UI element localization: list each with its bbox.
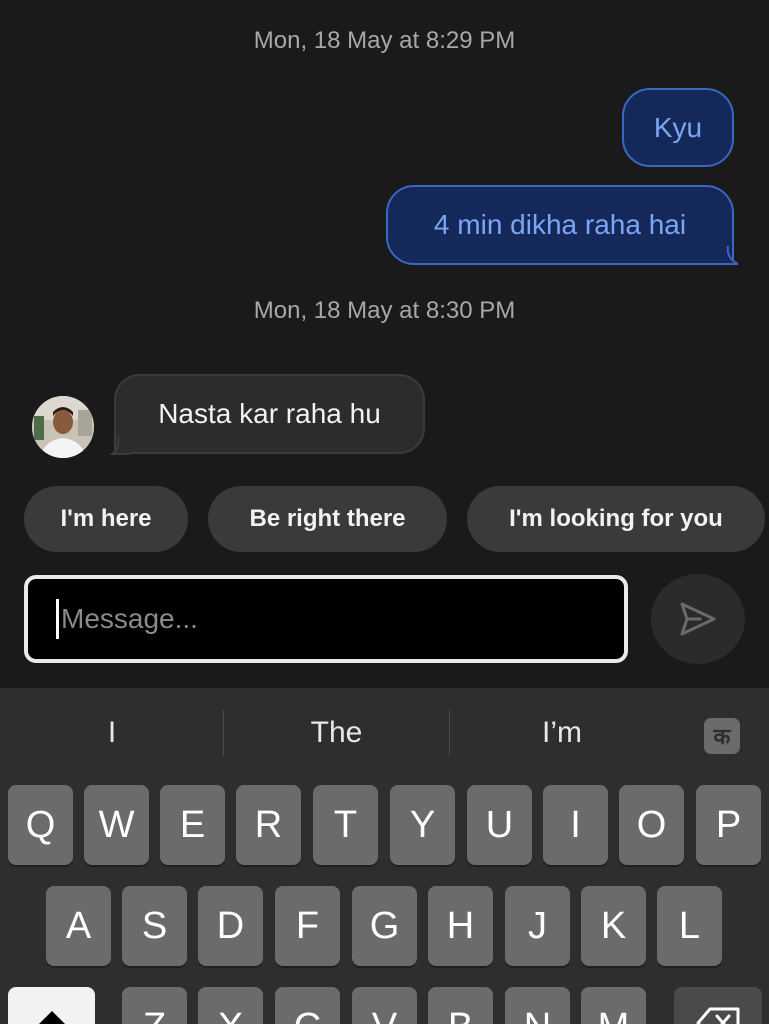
shift-key[interactable] [8, 987, 95, 1024]
chip-label: I'm looking for you [509, 505, 723, 532]
key-a[interactable]: A [46, 886, 111, 966]
timestamp: Mon, 18 May at 8:30 PM [253, 297, 516, 324]
key-w[interactable]: W [84, 785, 149, 865]
send-icon [680, 602, 716, 636]
timestamp: Mon, 18 May at 8:29 PM [253, 27, 516, 54]
key-p[interactable]: P [696, 785, 761, 865]
suggestion[interactable]: The [224, 716, 449, 750]
text-caret [56, 599, 59, 639]
delete-icon [696, 1007, 740, 1024]
message-text: 4 min dikha raha hai [433, 209, 687, 240]
key-z[interactable]: Z [122, 987, 187, 1024]
quick-reply-chip[interactable]: I'm looking for you [467, 486, 765, 552]
key-r[interactable]: R [236, 785, 301, 865]
message-input[interactable]: Message... [24, 575, 628, 663]
incoming-message[interactable]: Nasta kar raha hu [114, 374, 425, 454]
key-l[interactable]: L [657, 886, 722, 966]
outgoing-message[interactable]: Kyu [622, 88, 734, 167]
key-m[interactable]: M [581, 987, 646, 1024]
key-c[interactable]: C [275, 987, 340, 1024]
message-text: Kyu [653, 111, 703, 143]
bubble-tail [110, 436, 130, 455]
avatar[interactable] [32, 396, 94, 458]
language-switch-key[interactable]: क [704, 718, 740, 754]
chip-label: Be right there [249, 505, 406, 532]
bubble-tail [716, 246, 738, 265]
delete-key[interactable] [674, 987, 762, 1024]
keyboard: I The I’m क Q W E R T Y U I O P A S D F … [0, 688, 769, 1024]
outgoing-message[interactable]: 4 min dikha raha hai [386, 185, 734, 265]
avatar-photo [32, 396, 94, 458]
key-y[interactable]: Y [390, 785, 455, 865]
key-t[interactable]: T [313, 785, 378, 865]
key-e[interactable]: E [160, 785, 225, 865]
key-b[interactable]: B [428, 987, 493, 1024]
key-d[interactable]: D [198, 886, 263, 966]
key-n[interactable]: N [505, 987, 570, 1024]
key-k[interactable]: K [581, 886, 646, 966]
key-i[interactable]: I [543, 785, 608, 865]
key-f[interactable]: F [275, 886, 340, 966]
message-placeholder: Message... [61, 603, 198, 634]
key-s[interactable]: S [122, 886, 187, 966]
quick-reply-chip[interactable]: Be right there [208, 486, 447, 552]
key-g[interactable]: G [352, 886, 417, 966]
chip-label: I'm here [60, 505, 152, 532]
quick-reply-chip[interactable]: I'm here [24, 486, 188, 552]
key-v[interactable]: V [352, 987, 417, 1024]
send-button[interactable] [651, 574, 745, 664]
key-o[interactable]: O [619, 785, 684, 865]
suggestion[interactable]: I [0, 716, 224, 750]
key-j[interactable]: J [505, 886, 570, 966]
key-x[interactable]: X [198, 987, 263, 1024]
shift-icon [38, 1011, 65, 1024]
message-text: Nasta kar raha hu [158, 398, 381, 429]
suggestion[interactable]: I’m [449, 716, 675, 750]
key-h[interactable]: H [428, 886, 493, 966]
key-q[interactable]: Q [8, 785, 73, 865]
key-u[interactable]: U [467, 785, 532, 865]
